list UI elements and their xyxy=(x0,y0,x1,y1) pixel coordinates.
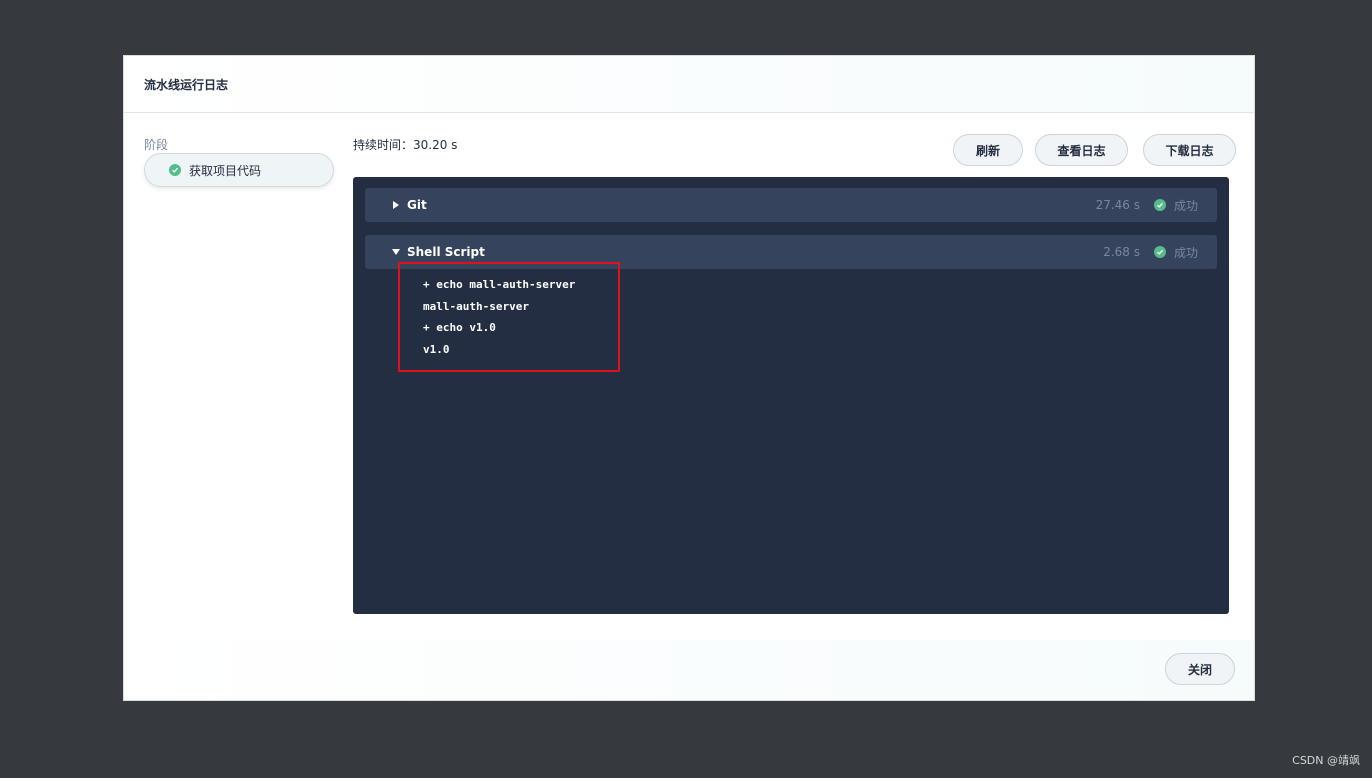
modal-footer: 关闭 xyxy=(124,640,1254,700)
stage-label: 阶段 xyxy=(144,138,169,152)
check-circle-icon xyxy=(1153,246,1166,258)
duration-text: 持续时间：30.20 s xyxy=(353,138,458,152)
log-row-time: 27.46 s xyxy=(1095,198,1140,212)
log-panel: Git 27.46 s 成功 Shell Script 2.68 s 成功 + … xyxy=(353,177,1229,614)
caret-down-icon xyxy=(391,247,401,257)
log-row-git[interactable]: Git 27.46 s 成功 xyxy=(365,188,1217,222)
log-row-name: Shell Script xyxy=(407,245,485,259)
check-circle-icon xyxy=(169,164,181,176)
pipeline-log-modal: 流水线运行日志 阶段 获取项目代码 持续时间：30.20 s 刷新 查看日志 下… xyxy=(123,55,1255,701)
watermark: CSDN @靖飒 xyxy=(1292,754,1360,767)
modal-title: 流水线运行日志 xyxy=(144,77,229,92)
highlight-annotation-box xyxy=(398,262,620,372)
log-row-status: 成功 xyxy=(1173,245,1198,260)
caret-right-icon xyxy=(391,200,401,210)
log-row-meta: 27.46 s 成功 xyxy=(1096,197,1217,214)
log-row-time: 2.68 s xyxy=(1103,245,1140,259)
log-row-status: 成功 xyxy=(1173,198,1198,213)
download-log-button[interactable]: 下载日志 xyxy=(1143,134,1236,166)
modal-header: 流水线运行日志 xyxy=(124,56,1254,113)
check-circle-icon xyxy=(1153,199,1166,211)
close-button[interactable]: 关闭 xyxy=(1165,653,1235,685)
stage-item-fetch-code[interactable]: 获取项目代码 xyxy=(144,153,334,187)
refresh-button[interactable]: 刷新 xyxy=(953,134,1023,166)
stage-name: 获取项目代码 xyxy=(189,163,262,178)
log-row-meta: 2.68 s 成功 xyxy=(1103,244,1217,261)
view-log-button[interactable]: 查看日志 xyxy=(1035,134,1128,166)
log-row-name: Git xyxy=(407,198,427,212)
